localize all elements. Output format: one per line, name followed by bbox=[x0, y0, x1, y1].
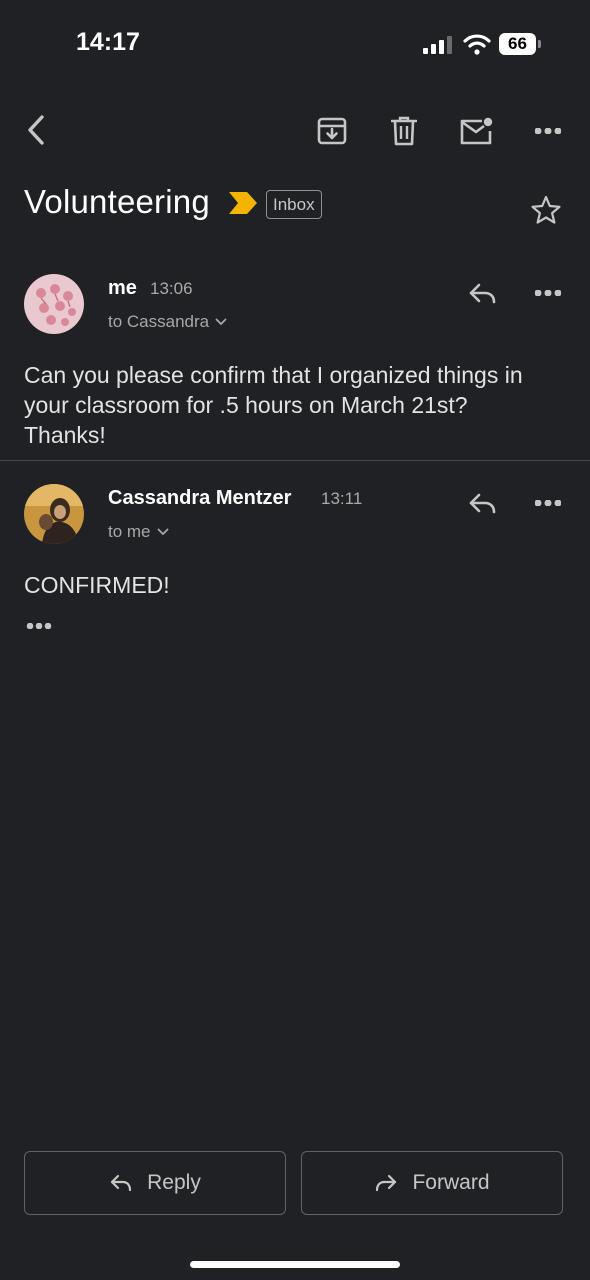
reply-button[interactable] bbox=[462, 276, 502, 310]
sender-name: me bbox=[108, 277, 137, 299]
sender-name: Cassandra Mentzer bbox=[108, 487, 292, 509]
more-horizontal-icon bbox=[535, 128, 561, 134]
recipients-text: to me bbox=[108, 522, 151, 541]
forward-label: Forward bbox=[412, 1171, 490, 1194]
reply-label: Reply bbox=[147, 1171, 201, 1194]
message-divider bbox=[0, 460, 590, 461]
back-arrow-icon bbox=[28, 115, 44, 145]
archive-icon bbox=[317, 117, 347, 145]
avatar-me[interactable] bbox=[24, 274, 84, 334]
reply-icon bbox=[469, 283, 496, 304]
more-horizontal-icon bbox=[535, 500, 561, 506]
message-body: CONFIRMED! bbox=[24, 572, 170, 598]
message-more-button[interactable] bbox=[528, 486, 568, 520]
cellular-signal-icon bbox=[423, 36, 452, 54]
recipients-toggle[interactable]: to me bbox=[108, 522, 169, 542]
reply-button[interactable] bbox=[462, 486, 502, 520]
archive-button[interactable] bbox=[312, 112, 352, 150]
more-horizontal-icon bbox=[535, 290, 561, 296]
reply-icon bbox=[469, 493, 496, 514]
message-body: Can you please confirm that I organized … bbox=[24, 362, 523, 448]
home-indicator[interactable] bbox=[190, 1261, 400, 1268]
recipients-text: to Cassandra bbox=[108, 312, 210, 331]
forward-icon bbox=[376, 1174, 397, 1192]
forward-button[interactable]: Forward bbox=[301, 1151, 563, 1215]
delete-button[interactable] bbox=[384, 112, 424, 150]
trash-icon bbox=[391, 116, 417, 146]
message-time: 13:11 bbox=[321, 489, 363, 508]
ellipsis-icon bbox=[26, 623, 52, 629]
wifi-icon bbox=[463, 34, 491, 55]
chevron-down-icon bbox=[215, 318, 227, 326]
status-time: 14:17 bbox=[76, 28, 140, 56]
show-trimmed-content-button[interactable] bbox=[22, 616, 56, 636]
inbox-label[interactable]: Inbox bbox=[266, 190, 322, 219]
back-button[interactable] bbox=[18, 110, 54, 150]
chevron-down-icon bbox=[157, 528, 168, 536]
battery-icon: 66 bbox=[499, 33, 541, 55]
email-subject: Volunteering bbox=[24, 183, 210, 220]
mail-unread-icon bbox=[460, 117, 493, 145]
star-button[interactable] bbox=[530, 194, 562, 231]
battery-level: 66 bbox=[499, 33, 536, 55]
important-marker-icon[interactable] bbox=[229, 192, 257, 214]
avatar-image bbox=[24, 274, 84, 334]
avatar-image bbox=[24, 484, 84, 544]
star-icon bbox=[531, 195, 561, 224]
more-options-button[interactable] bbox=[528, 112, 568, 150]
reply-all-bottom-button[interactable]: Reply bbox=[24, 1151, 286, 1215]
message-more-button[interactable] bbox=[528, 276, 568, 310]
recipients-toggle[interactable]: to Cassandra bbox=[108, 312, 227, 332]
mark-unread-button[interactable] bbox=[456, 112, 496, 150]
message-time: 13:06 bbox=[150, 279, 193, 298]
avatar-cassandra[interactable] bbox=[24, 484, 84, 544]
reply-icon bbox=[111, 1174, 132, 1192]
